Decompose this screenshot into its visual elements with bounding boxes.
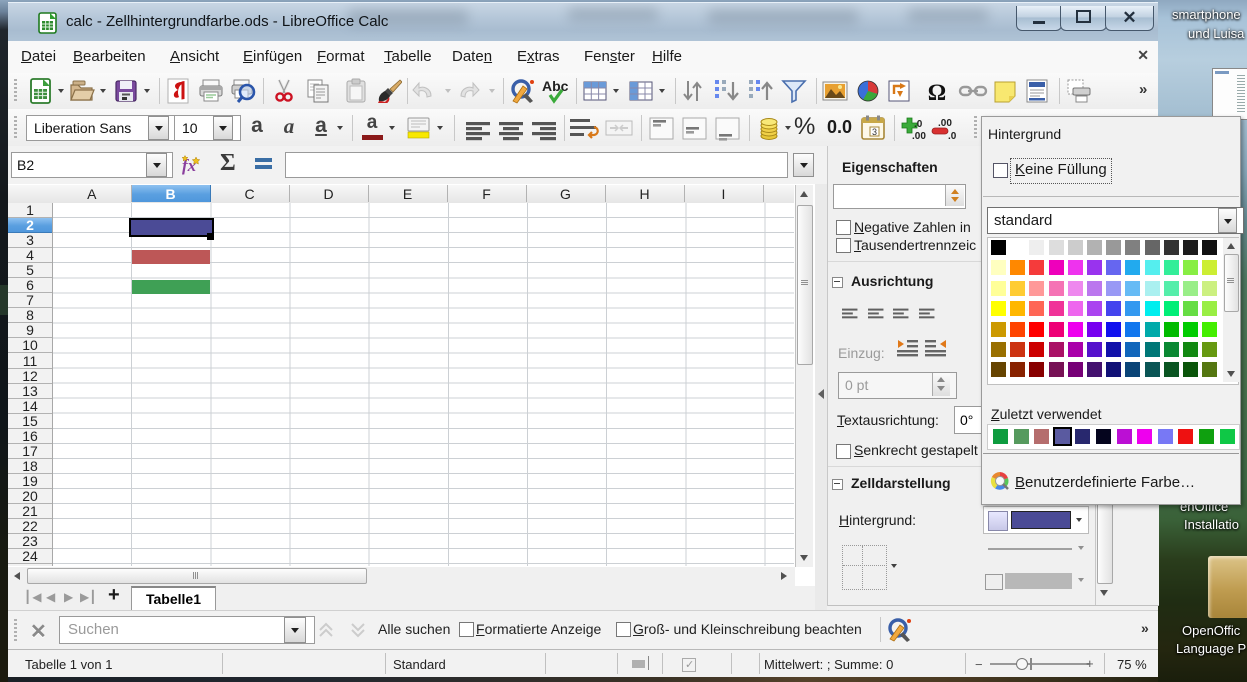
svg-text:3: 3 <box>872 127 877 137</box>
svg-text:.0: .0 <box>948 131 957 142</box>
svg-text:.0: .0 <box>914 119 923 130</box>
svg-text:Abc: Abc <box>542 78 569 94</box>
svg-text:.00: .00 <box>938 118 952 129</box>
svg-text:.00: .00 <box>912 131 926 142</box>
